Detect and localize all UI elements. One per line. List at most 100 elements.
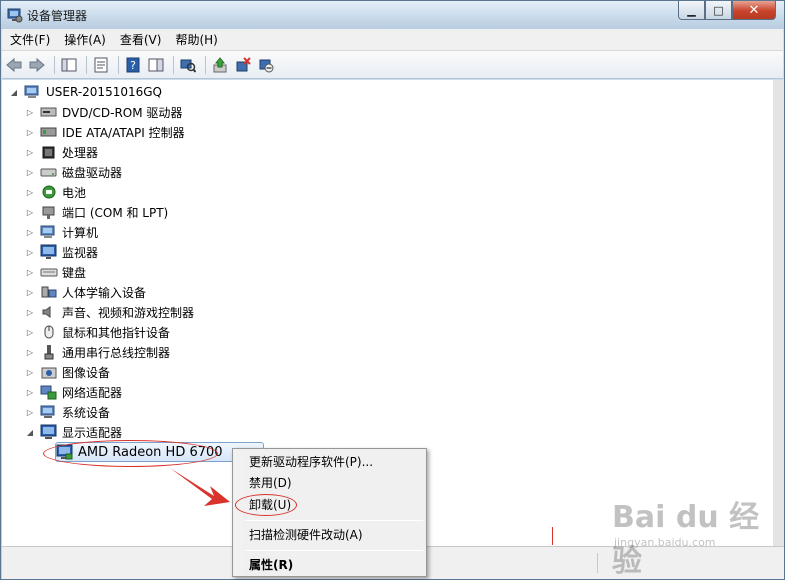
tree-category-label: DVD/CD-ROM 驱动器 bbox=[62, 105, 183, 120]
annotation-mark bbox=[552, 527, 553, 545]
tree-category[interactable]: ▷ 监视器 bbox=[24, 242, 98, 262]
sound-icon bbox=[40, 304, 58, 320]
computer-icon bbox=[24, 84, 42, 100]
display-adapter-icon bbox=[40, 424, 58, 440]
expander-collapsed[interactable]: ▷ bbox=[24, 286, 36, 298]
tree-category[interactable]: ▷ 电池 bbox=[24, 182, 86, 202]
mouse-icon bbox=[40, 324, 58, 340]
expander-collapsed[interactable]: ▷ bbox=[24, 406, 36, 418]
tree-category-label: IDE ATA/ATAPI 控制器 bbox=[62, 125, 185, 140]
tree-category-label: 网络适配器 bbox=[62, 385, 123, 400]
tree-category[interactable]: ▷ 人体学输入设备 bbox=[24, 282, 146, 302]
dvd-drive-icon bbox=[40, 104, 58, 120]
toolbar-separator bbox=[86, 55, 87, 74]
toolbar-separator bbox=[205, 55, 206, 74]
help-icon[interactable]: ? bbox=[123, 55, 143, 75]
expander-collapsed[interactable]: ▷ bbox=[24, 226, 36, 238]
expander-collapsed[interactable]: ▷ bbox=[24, 146, 36, 158]
annotation-circle-device bbox=[43, 440, 218, 467]
tree-root-label: USER-20151016GQ bbox=[46, 85, 162, 99]
expander-collapsed[interactable]: ▷ bbox=[24, 346, 36, 358]
device-manager-icon bbox=[7, 8, 23, 23]
port-icon bbox=[40, 204, 58, 220]
expander-expanded[interactable]: ◢ bbox=[24, 426, 36, 438]
expander-collapsed[interactable]: ▷ bbox=[24, 266, 36, 278]
annotation-arrow-icon bbox=[170, 468, 230, 506]
tree-category[interactable]: ▷ 鼠标和其他指针设备 bbox=[24, 322, 170, 342]
ide-controller-icon bbox=[40, 124, 58, 140]
tree-category-label: 鼠标和其他指针设备 bbox=[62, 325, 171, 340]
forward-arrow-icon[interactable] bbox=[27, 55, 47, 75]
tree-category[interactable]: ▷ IDE ATA/ATAPI 控制器 bbox=[24, 122, 185, 142]
toolbar-separator bbox=[118, 55, 119, 74]
expander-collapsed[interactable]: ▷ bbox=[24, 306, 36, 318]
expander-collapsed[interactable]: ▷ bbox=[24, 386, 36, 398]
properties-icon[interactable] bbox=[91, 55, 111, 75]
menu-action[interactable]: 操作(A) bbox=[58, 30, 112, 50]
expander-collapsed[interactable]: ▷ bbox=[24, 126, 36, 138]
watermark-url: jingyan.baidu.com bbox=[614, 536, 716, 549]
expander-collapsed[interactable]: ▷ bbox=[24, 106, 36, 118]
tree-category[interactable]: ▷ 系统设备 bbox=[24, 402, 110, 422]
title-bar[interactable]: 设备管理器 ▁ □ ✕ bbox=[1, 1, 784, 29]
processor-icon bbox=[40, 144, 58, 160]
show-hide-tree-icon[interactable] bbox=[59, 55, 79, 75]
computer-icon bbox=[40, 224, 58, 240]
tree-category[interactable]: ▷ 网络适配器 bbox=[24, 382, 122, 402]
tree-category-label: 磁盘驱动器 bbox=[62, 165, 123, 180]
toolbar: ? bbox=[2, 51, 783, 79]
keyboard-icon bbox=[40, 264, 58, 280]
svg-text:?: ? bbox=[130, 59, 136, 72]
tree-category[interactable]: ▷ 处理器 bbox=[24, 142, 98, 162]
expander-expanded[interactable]: ◢ bbox=[8, 86, 20, 98]
tree-category-label: 系统设备 bbox=[62, 405, 111, 420]
tree-category[interactable]: ▷ 端口 (COM 和 LPT) bbox=[24, 202, 168, 222]
menu-update-driver[interactable]: 更新驱动程序软件(P)... bbox=[249, 452, 424, 472]
action-pane-icon[interactable] bbox=[146, 55, 166, 75]
menu-disable[interactable]: 禁用(D) bbox=[249, 473, 424, 493]
tree-category-label: 人体学输入设备 bbox=[62, 285, 147, 300]
menu-view[interactable]: 查看(V) bbox=[114, 30, 168, 50]
window-controls: ▁ □ ✕ bbox=[678, 1, 776, 21]
battery-icon bbox=[40, 184, 58, 200]
disk-drive-icon bbox=[40, 164, 58, 180]
menu-scan-hardware[interactable]: 扫描检测硬件改动(A) bbox=[249, 525, 424, 545]
scan-hardware-icon[interactable] bbox=[178, 55, 198, 75]
menu-bar: 文件(F) 操作(A) 查看(V) 帮助(H) bbox=[2, 29, 783, 51]
hid-icon bbox=[40, 284, 58, 300]
menu-properties[interactable]: 属性(R) bbox=[249, 555, 424, 575]
imaging-device-icon bbox=[40, 364, 58, 380]
monitor-icon bbox=[40, 244, 58, 260]
disable-device-icon[interactable] bbox=[256, 55, 276, 75]
window-title: 设备管理器 bbox=[27, 9, 88, 23]
toolbar-separator bbox=[54, 55, 55, 74]
watermark: Bai du 经验 jingyan.baidu.com bbox=[612, 492, 772, 579]
back-arrow-icon[interactable] bbox=[4, 55, 24, 75]
system-device-icon bbox=[40, 404, 58, 420]
tree-category[interactable]: ▷ 磁盘驱动器 bbox=[24, 162, 122, 182]
uninstall-icon[interactable] bbox=[233, 55, 253, 75]
menu-help[interactable]: 帮助(H) bbox=[169, 30, 223, 50]
maximize-button[interactable]: □ bbox=[705, 1, 732, 20]
tree-category[interactable]: ▷ 图像设备 bbox=[24, 362, 110, 382]
tree-category[interactable]: ▷ 计算机 bbox=[24, 222, 98, 242]
expander-collapsed[interactable]: ▷ bbox=[24, 166, 36, 178]
expander-collapsed[interactable]: ▷ bbox=[24, 326, 36, 338]
tree-category-label: 声音、视频和游戏控制器 bbox=[62, 305, 195, 320]
minimize-button[interactable]: ▁ bbox=[678, 1, 705, 20]
tree-category[interactable]: ▷ 声音、视频和游戏控制器 bbox=[24, 302, 194, 322]
expander-collapsed[interactable]: ▷ bbox=[24, 366, 36, 378]
update-driver-icon[interactable] bbox=[210, 55, 230, 75]
tree-category-label: 显示适配器 bbox=[62, 425, 123, 440]
tree-category[interactable]: ◢ 显示适配器 bbox=[24, 422, 122, 442]
vertical-scrollbar[interactable] bbox=[773, 80, 784, 546]
expander-collapsed[interactable]: ▷ bbox=[24, 186, 36, 198]
tree-category[interactable]: ▷ 键盘 bbox=[24, 262, 86, 282]
tree-category[interactable]: ▷ 通用串行总线控制器 bbox=[24, 342, 170, 362]
expander-collapsed[interactable]: ▷ bbox=[24, 206, 36, 218]
tree-root[interactable]: ◢ USER-20151016GQ bbox=[8, 82, 162, 102]
menu-file[interactable]: 文件(F) bbox=[4, 30, 56, 50]
tree-category[interactable]: ▷ DVD/CD-ROM 驱动器 bbox=[24, 102, 183, 122]
close-button[interactable]: ✕ bbox=[732, 1, 776, 20]
expander-collapsed[interactable]: ▷ bbox=[24, 246, 36, 258]
